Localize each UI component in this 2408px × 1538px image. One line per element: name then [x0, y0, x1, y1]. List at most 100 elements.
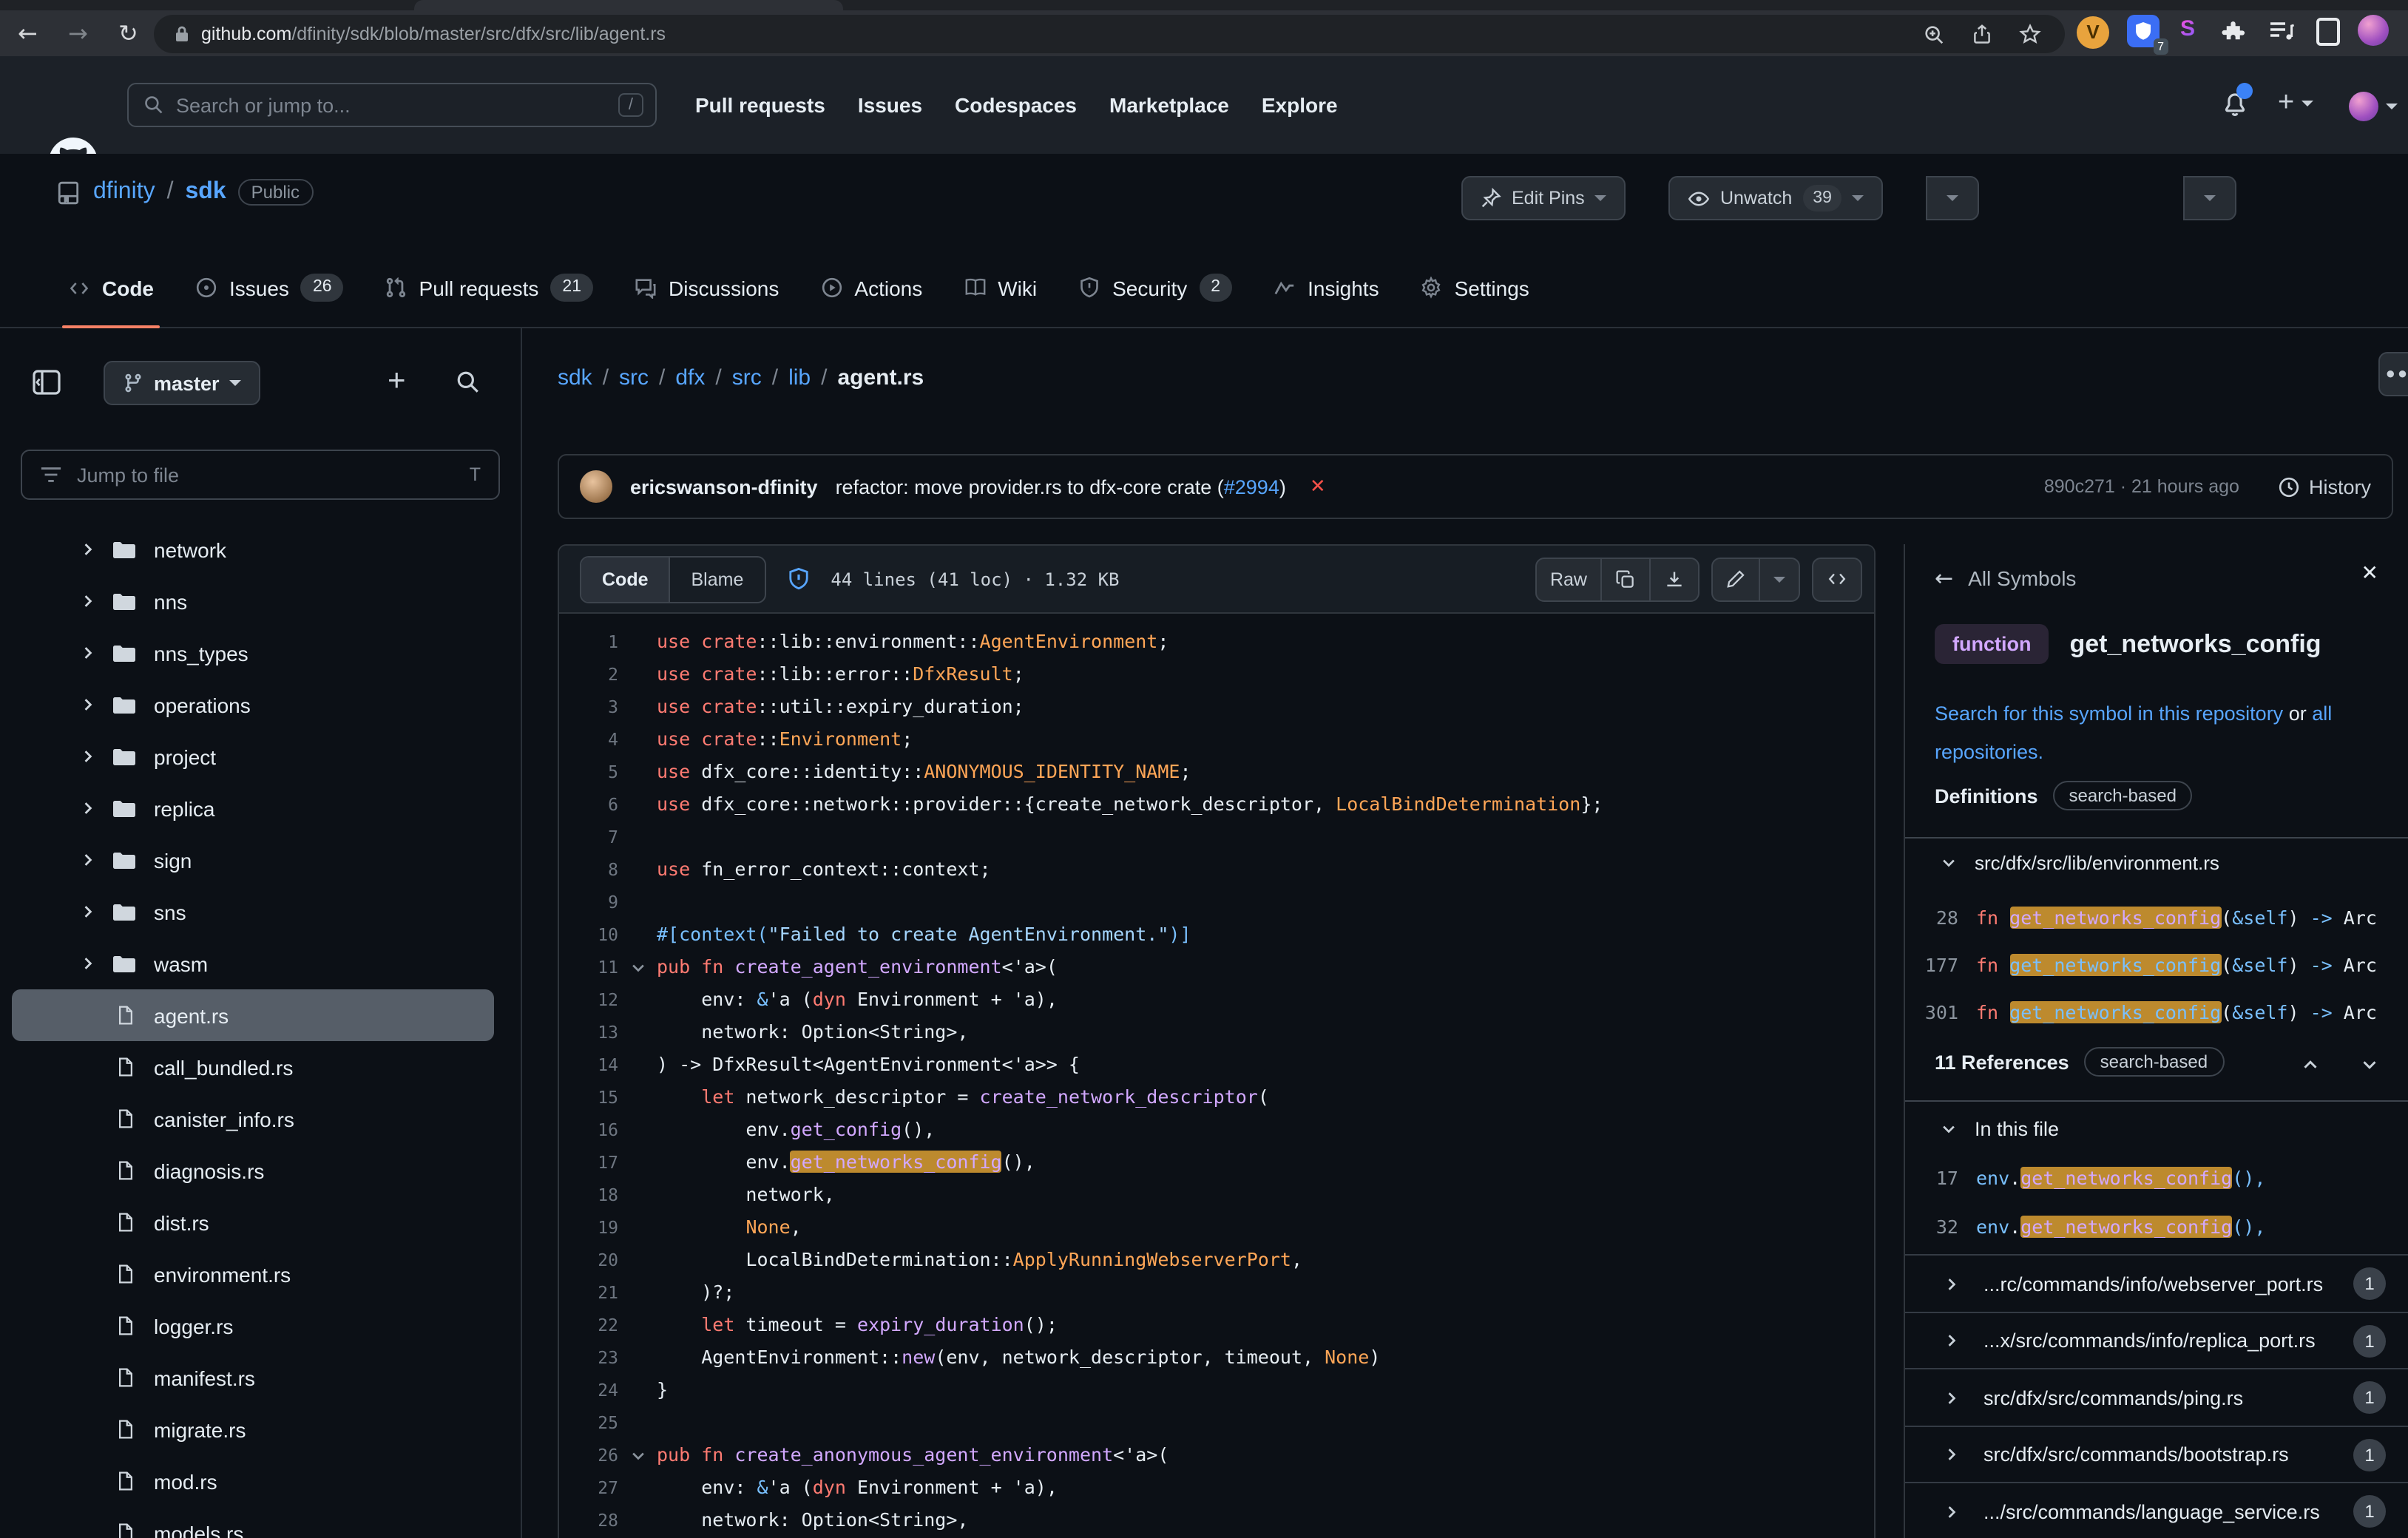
forward-button[interactable]: → [68, 19, 88, 47]
sidebar-toggle-icon[interactable] [2316, 18, 2340, 46]
branch-selector[interactable]: master [104, 361, 261, 405]
prev-reference-icon[interactable] [2302, 1056, 2319, 1074]
user-menu[interactable] [2349, 92, 2398, 121]
star-dropdown[interactable] [2183, 176, 2236, 220]
share-icon[interactable] [1972, 23, 1992, 45]
extensions-puzzle-icon[interactable] [2222, 18, 2248, 44]
line-number[interactable]: 16 [559, 1114, 618, 1146]
global-search-input[interactable]: Search or jump to... / [127, 83, 657, 127]
line-number[interactable]: 3 [559, 691, 618, 723]
reference-file-row[interactable]: ...x/src/commands/info/replica_port.rs1 [1905, 1311, 2408, 1369]
line-number[interactable]: 15 [559, 1081, 618, 1114]
line-number[interactable]: 6 [559, 788, 618, 821]
line-number[interactable]: 12 [559, 983, 618, 1016]
line-number[interactable]: 1 [559, 626, 618, 658]
tab-blame-view[interactable]: Blame [671, 557, 765, 601]
commit-author[interactable]: ericswanson-dfinity [630, 475, 818, 498]
header-nav-explore[interactable]: Explore [1262, 93, 1338, 117]
line-number[interactable]: 14 [559, 1049, 618, 1081]
fork-dropdown[interactable] [1926, 176, 1979, 220]
reference-row-line-32[interactable]: 32env.get_networks_config(), [1905, 1205, 2408, 1250]
tree-folder-nns_types[interactable]: nns_types [0, 627, 522, 679]
reading-list-icon[interactable] [2269, 19, 2296, 43]
tree-folder-wasm[interactable]: wasm [0, 938, 522, 989]
tab-issues[interactable]: Issues26 [175, 248, 365, 327]
shield-check-icon[interactable] [786, 566, 810, 592]
tree-file-mod.rs[interactable]: mod.rs [0, 1455, 522, 1507]
breadcrumb-link[interactable]: lib [788, 365, 811, 390]
definition-file-row[interactable]: src/dfx/src/lib/environment.rs [1941, 852, 2219, 874]
browser-profile-avatar[interactable] [2358, 15, 2389, 46]
reference-file-row[interactable]: src/dfx/src/commands/ping.rs1 [1905, 1368, 2408, 1426]
fold-chevron-icon[interactable] [618, 951, 657, 983]
line-number[interactable]: 5 [559, 756, 618, 788]
extension-shield-icon[interactable]: 7 [2127, 15, 2160, 47]
create-new-button[interactable]: + [2278, 90, 2313, 117]
all-symbols-back[interactable]: ← All Symbols [1935, 565, 2076, 592]
line-number[interactable]: 8 [559, 853, 618, 886]
tab-insights[interactable]: Insights [1253, 248, 1400, 327]
line-number[interactable]: 17 [559, 1146, 618, 1179]
tab-actions[interactable]: Actions [799, 248, 943, 327]
breadcrumb-link[interactable]: src [732, 365, 762, 390]
tree-search-icon[interactable] [456, 370, 481, 395]
tree-file-logger.rs[interactable]: logger.rs [0, 1300, 522, 1352]
breadcrumb-link[interactable]: src [619, 365, 649, 390]
tree-folder-project[interactable]: project [0, 731, 522, 782]
header-nav-codespaces[interactable]: Codespaces [955, 93, 1077, 117]
tab-code[interactable]: Code [47, 248, 175, 327]
reference-file-row[interactable]: ...rc/commands/info/webserver_port.rs1 [1905, 1254, 2408, 1312]
line-number[interactable]: 23 [559, 1341, 618, 1374]
breadcrumb-kebab-button[interactable]: ●●● [2378, 352, 2408, 396]
in-this-file-row[interactable]: In this file [1941, 1118, 2059, 1140]
close-icon[interactable]: ✕ [2361, 562, 2378, 586]
definition-row-line-301[interactable]: 301fn get_networks_config(&self) -> Arc [1905, 991, 2408, 1035]
tab-pull-requests[interactable]: Pull requests21 [365, 248, 614, 327]
tree-folder-sns[interactable]: sns [0, 886, 522, 938]
tab-wiki[interactable]: Wiki [943, 248, 1058, 327]
header-nav-marketplace[interactable]: Marketplace [1109, 93, 1229, 117]
line-number[interactable]: 20 [559, 1244, 618, 1276]
reload-button[interactable]: ↻ [118, 19, 138, 47]
line-number[interactable]: 25 [559, 1406, 618, 1439]
tab-settings[interactable]: Settings [1400, 248, 1550, 327]
tree-file-diagnosis.rs[interactable]: diagnosis.rs [0, 1145, 522, 1196]
edit-dropdown[interactable] [1759, 558, 1799, 600]
notifications-bell-icon[interactable] [2222, 90, 2248, 118]
line-number[interactable]: 19 [559, 1211, 618, 1244]
tree-file-manifest.rs[interactable]: manifest.rs [0, 1352, 522, 1403]
line-number[interactable]: 7 [559, 821, 618, 853]
definition-row-line-28[interactable]: 28fn get_networks_config(&self) -> Arc [1905, 896, 2408, 941]
tree-folder-sign[interactable]: sign [0, 834, 522, 886]
breadcrumb-link[interactable]: dfx [675, 365, 705, 390]
tab-discussions[interactable]: Discussions [614, 248, 799, 327]
search-in-repo-link[interactable]: Search for this symbol in this repositor… [1935, 702, 2283, 725]
references-mode-pill[interactable]: search-based [2084, 1047, 2224, 1077]
tree-file-migrate.rs[interactable]: migrate.rs [0, 1403, 522, 1455]
header-nav-pull-requests[interactable]: Pull requests [695, 93, 825, 117]
line-number[interactable]: 9 [559, 886, 618, 918]
line-number[interactable]: 13 [559, 1016, 618, 1049]
pr-link[interactable]: #2994 [1224, 475, 1279, 498]
jump-to-file-input[interactable]: Jump to file T [21, 450, 500, 500]
reference-file-row[interactable]: src/dfx/src/commands/bootstrap.rs1 [1905, 1425, 2408, 1483]
edit-pins-button[interactable]: Edit Pins [1461, 176, 1626, 220]
tree-file-agent.rs[interactable]: agent.rs [12, 989, 494, 1041]
tree-folder-network[interactable]: network [0, 524, 522, 575]
tab-security[interactable]: Security2 [1058, 248, 1253, 327]
tab-code-view[interactable]: Code [581, 557, 671, 601]
new-file-plus-icon[interactable]: + [388, 364, 406, 399]
reference-file-row[interactable]: .../src/commands/language_service.rs1 [1905, 1482, 2408, 1538]
reference-row-line-17[interactable]: 17env.get_networks_config(), [1905, 1156, 2408, 1201]
commit-message[interactable]: refactor: move provider.rs to dfx-core c… [836, 475, 1286, 498]
back-button[interactable]: ← [18, 19, 38, 47]
header-nav-issues[interactable]: Issues [858, 93, 922, 117]
tree-folder-nns[interactable]: nns [0, 575, 522, 627]
symbols-code-icon[interactable] [1813, 558, 1861, 600]
extension-v-icon[interactable]: V [2077, 16, 2109, 49]
tree-file-canister_info.rs[interactable]: canister_info.rs [0, 1093, 522, 1145]
line-number[interactable]: 27 [559, 1471, 618, 1504]
line-number[interactable]: 28 [559, 1504, 618, 1537]
history-link[interactable]: History [2278, 475, 2371, 498]
line-number[interactable]: 24 [559, 1374, 618, 1406]
